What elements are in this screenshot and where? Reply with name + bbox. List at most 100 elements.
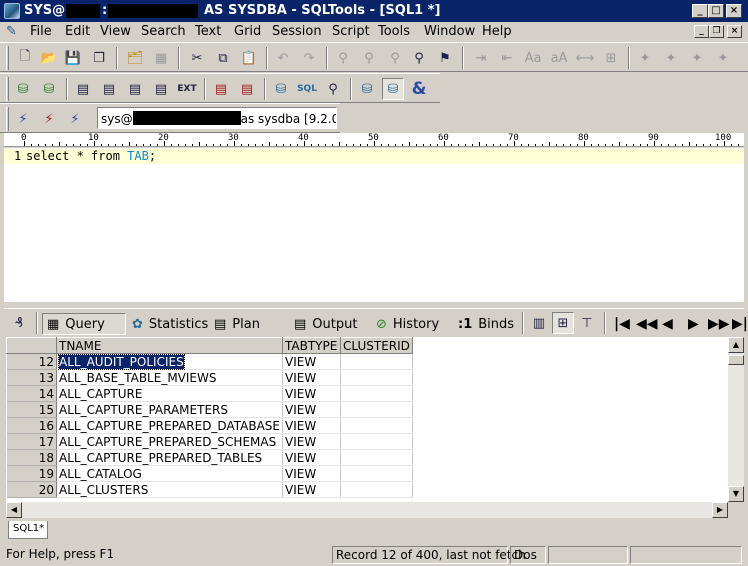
- tab-query[interactable]: ▦ Query: [42, 313, 126, 335]
- app-icon[interactable]: [4, 3, 20, 19]
- save-workspace-icon[interactable]: ▦: [150, 47, 172, 69]
- find-object-icon[interactable]: ⚑: [434, 47, 456, 69]
- paste-icon[interactable]: 📋: [238, 47, 260, 69]
- rollback-icon[interactable]: ▤: [236, 78, 258, 100]
- cell-clusterid[interactable]: [340, 369, 413, 386]
- explain-ext-icon[interactable]: EXT: [176, 78, 198, 100]
- disconnect-icon[interactable]: ⚡: [38, 108, 60, 130]
- execute-icon[interactable]: ⛁: [12, 78, 34, 100]
- grid-vertical-scrollbar[interactable]: ▲ ▼: [728, 337, 744, 502]
- menu-text[interactable]: Text: [195, 24, 221, 39]
- grid-horizontal-scrollbar[interactable]: ◀ ▶: [6, 502, 728, 518]
- indent-icon[interactable]: ⇥: [470, 47, 492, 69]
- connect-icon[interactable]: ⛁: [270, 78, 292, 100]
- cell-tabtype[interactable]: VIEW: [282, 465, 341, 482]
- prev-page-icon[interactable]: ◀◀: [636, 316, 658, 332]
- minimize-button[interactable]: _: [692, 4, 708, 18]
- cell-clusterid[interactable]: [340, 433, 413, 450]
- maximize-button[interactable]: □: [708, 4, 724, 18]
- cell-clusterid[interactable]: [340, 465, 413, 482]
- document-tab-sql1[interactable]: SQL1*: [8, 521, 48, 539]
- cell-tname[interactable]: ALL_BASE_TABLE_MVIEWS: [56, 369, 283, 386]
- table-row[interactable]: 14 ALL_CAPTURE VIEW: [6, 385, 413, 402]
- execute-from-cursor-icon[interactable]: ▤: [98, 78, 120, 100]
- grid-view-icon[interactable]: ⊞: [552, 312, 574, 334]
- copy-icon[interactable]: ⧉: [212, 47, 234, 69]
- cell-clusterid[interactable]: [340, 481, 413, 498]
- sql-icon[interactable]: SQL: [296, 78, 318, 100]
- table-row[interactable]: 17 ALL_CAPTURE_PREPARED_SCHEMAS VIEW: [6, 433, 413, 450]
- sql-editor[interactable]: 1 select * from TAB;: [4, 148, 744, 302]
- cell-tname[interactable]: ALL_CAPTURE_PREPARED_DATABASE: [56, 417, 283, 434]
- table-row[interactable]: 18 ALL_CAPTURE_PREPARED_TABLES VIEW: [6, 449, 413, 466]
- new-file-icon[interactable]: 🗋: [14, 47, 36, 69]
- scroll-right-icon[interactable]: ▶: [712, 502, 728, 518]
- tab-plan[interactable]: ▤ Plan: [210, 313, 264, 335]
- cell-clusterid[interactable]: [340, 449, 413, 466]
- cell-clusterid[interactable]: [340, 401, 413, 418]
- cell-tname[interactable]: ALL_AUDIT_POLICIES: [56, 353, 283, 370]
- tab-output[interactable]: ▤ Output: [290, 313, 361, 335]
- tab-statistics[interactable]: ✿ Statistics: [128, 313, 212, 335]
- menu-search[interactable]: Search: [141, 24, 186, 39]
- mdi-minimize-button[interactable]: _: [694, 25, 709, 38]
- reconnect-icon[interactable]: ⚡: [64, 108, 86, 130]
- open-folder-icon[interactable]: 📂: [38, 47, 60, 69]
- table-row[interactable]: 19 ALL_CATALOG VIEW: [6, 465, 413, 482]
- tab-history[interactable]: ⊘ History: [372, 313, 443, 335]
- find-prev-icon[interactable]: ⚲: [384, 47, 406, 69]
- column-header-tname[interactable]: TNAME: [56, 337, 283, 354]
- cell-tabtype[interactable]: VIEW: [282, 417, 341, 434]
- cell-tname[interactable]: ALL_CAPTURE_PARAMETERS: [56, 401, 283, 418]
- find-next-icon[interactable]: ⚲: [358, 47, 380, 69]
- db-info-icon[interactable]: ⛁: [356, 78, 378, 100]
- execute-to-cursor-icon[interactable]: ▤: [124, 78, 146, 100]
- open-workspace-icon[interactable]: 🗂: [124, 47, 146, 69]
- document-icon[interactable]: ✎: [6, 24, 17, 39]
- scroll-thumb[interactable]: [728, 355, 744, 365]
- save-all-icon[interactable]: ❐: [88, 47, 110, 69]
- outdent-icon[interactable]: ⇤: [496, 47, 518, 69]
- cell-tname[interactable]: ALL_CATALOG: [56, 465, 283, 482]
- undo-icon[interactable]: ↶: [272, 47, 294, 69]
- save-icon[interactable]: 💾: [62, 47, 84, 69]
- cut-icon[interactable]: ✂: [186, 47, 208, 69]
- record-view-icon[interactable]: ▥: [528, 312, 550, 334]
- column-header-tabtype[interactable]: TABTYPE: [282, 337, 341, 354]
- cell-tname[interactable]: ALL_CAPTURE_PREPARED_SCHEMAS: [56, 433, 283, 450]
- menu-view[interactable]: View: [100, 24, 131, 39]
- pin-icon[interactable]: ₰: [8, 312, 30, 334]
- cell-tabtype[interactable]: VIEW: [282, 449, 341, 466]
- commit-icon[interactable]: ▤: [210, 78, 232, 100]
- object-viewer-icon[interactable]: ⚲: [322, 78, 344, 100]
- cell-clusterid[interactable]: [340, 385, 413, 402]
- table-row[interactable]: 13 ALL_BASE_TABLE_MVIEWS VIEW: [6, 369, 413, 386]
- execute-current-icon[interactable]: ⛁: [38, 78, 60, 100]
- scroll-up-icon[interactable]: ▲: [728, 337, 744, 353]
- cell-clusterid[interactable]: [340, 417, 413, 434]
- result-grid[interactable]: TNAME TABTYPE CLUSTERID 12 ALL_AUDIT_POLI…: [6, 337, 728, 502]
- cell-tname[interactable]: ALL_CLUSTERS: [56, 481, 283, 498]
- first-record-icon[interactable]: |◀: [614, 316, 630, 332]
- cell-tabtype[interactable]: VIEW: [282, 369, 341, 386]
- prev-record-icon[interactable]: ◀: [662, 316, 673, 332]
- cell-tabtype[interactable]: VIEW: [282, 481, 341, 498]
- toolbar-grip[interactable]: [6, 107, 9, 131]
- close-button[interactable]: ×: [726, 4, 742, 18]
- last-record-icon[interactable]: ▶|: [732, 316, 748, 332]
- uppercase-icon[interactable]: Aa: [522, 47, 544, 69]
- lowercase-icon[interactable]: aA: [548, 47, 570, 69]
- bookmark-icon[interactable]: ✦: [634, 47, 656, 69]
- tab-binds[interactable]: :1 Binds: [454, 313, 518, 335]
- redo-icon[interactable]: ↷: [298, 47, 320, 69]
- column-mode-icon[interactable]: ⊞: [600, 47, 622, 69]
- menu-edit[interactable]: Edit: [65, 24, 90, 39]
- cell-tabtype[interactable]: VIEW: [282, 401, 341, 418]
- bookmark-clear-icon[interactable]: ✦: [712, 47, 734, 69]
- table-row[interactable]: 15 ALL_CAPTURE_PARAMETERS VIEW: [6, 401, 413, 418]
- toolbar-grip[interactable]: [6, 77, 9, 101]
- cell-tname[interactable]: ALL_CAPTURE: [56, 385, 283, 402]
- bookmark-prev-icon[interactable]: ✦: [686, 47, 708, 69]
- bookmark-next-icon[interactable]: ✦: [660, 47, 682, 69]
- cell-clusterid[interactable]: [340, 353, 413, 370]
